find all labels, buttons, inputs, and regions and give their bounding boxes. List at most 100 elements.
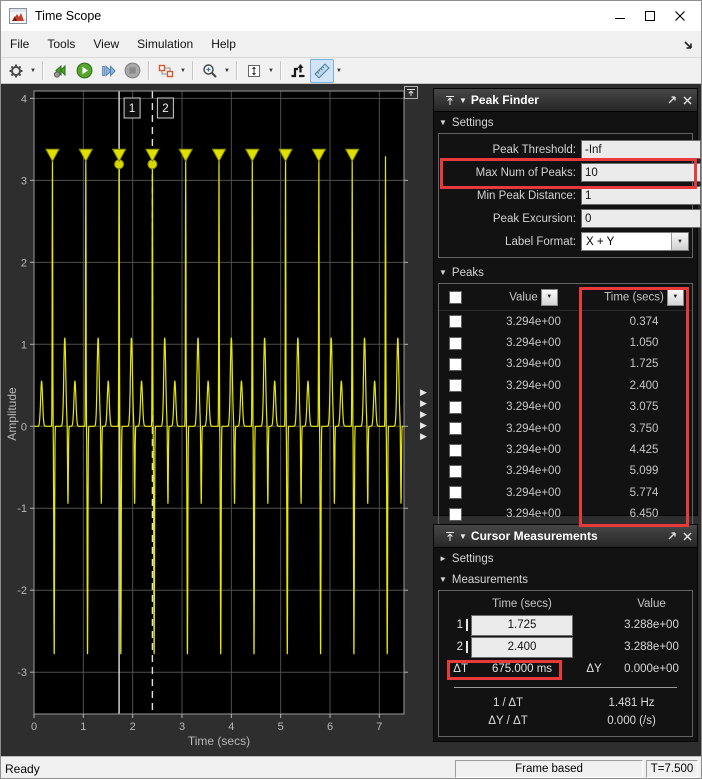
collapse-panel-icon[interactable]: ▼ — [459, 96, 467, 105]
value-sort-button[interactable]: ▼ — [541, 289, 558, 306]
simulink-snapshot-button[interactable] — [154, 59, 178, 83]
collapse-panel-icon[interactable]: ▼ — [459, 532, 467, 541]
menu-help[interactable]: Help — [202, 33, 245, 55]
menu-tools[interactable]: Tools — [38, 33, 84, 55]
time-scope-window: Time Scope FileToolsViewSimulationHelp — [0, 0, 702, 779]
scope-settings-caret[interactable]: ▼ — [28, 60, 38, 82]
splitter-arrow-icon: ▶ — [420, 387, 431, 397]
undock-icon[interactable] — [667, 531, 677, 541]
cursor2-row: 2 3.288e+00 — [442, 636, 689, 658]
peak-time: 3.075 — [630, 401, 659, 413]
title-bar: Time Scope — [1, 1, 701, 31]
x-tick-label: 4 — [228, 721, 234, 733]
peak-checkbox[interactable] — [449, 422, 462, 435]
peak-time: 6.450 — [630, 508, 659, 520]
y-tick-label: -1 — [17, 503, 27, 515]
inverse-delta-t-value: 1.481 Hz — [574, 697, 689, 709]
scale-axes-caret[interactable]: ▼ — [266, 60, 276, 82]
close-panel-icon[interactable] — [683, 96, 692, 105]
stop-button[interactable] — [120, 59, 144, 83]
x-tick-label: 7 — [376, 721, 382, 733]
pin-icon[interactable] — [445, 95, 455, 106]
peak-checkbox[interactable] — [449, 337, 462, 350]
peak-checkbox[interactable] — [449, 315, 462, 328]
chevron-down-icon[interactable]: ▼ — [671, 233, 688, 250]
peak-row-6: 3.294e+00 4.425 — [439, 439, 692, 460]
cm-time-header: Time (secs) — [492, 598, 552, 610]
time-sort-button[interactable]: ▼ — [667, 289, 684, 306]
section-collapse-icon: ▼ — [439, 118, 447, 127]
peak-row-0: 3.294e+000.374 — [439, 311, 692, 332]
peak-checkbox[interactable] — [449, 444, 462, 457]
frame-mode-indicator: Frame based — [455, 760, 643, 778]
minimize-button[interactable] — [605, 5, 635, 27]
step-forward-button[interactable] — [96, 59, 120, 83]
sim-time-indicator: T=7.500 — [646, 760, 698, 778]
setting-row-2: Min Peak Distance: — [442, 184, 689, 207]
dock-arrow-icon[interactable] — [683, 38, 694, 56]
peak-checkbox[interactable] — [449, 508, 462, 521]
cursor2-tag: 2 — [457, 641, 463, 653]
status-text: Ready — [5, 762, 40, 776]
peak-finder-header: ▼ Peak Finder — [434, 89, 697, 112]
scope-settings-button[interactable] — [4, 59, 28, 83]
peak-checkbox[interactable] — [449, 465, 462, 478]
status-bar: Ready Frame based T=7.500 — [1, 756, 701, 779]
peak-checkbox[interactable] — [449, 486, 462, 499]
window-title: Time Scope — [35, 9, 101, 23]
pf-settings-section-header[interactable]: ▼ Settings — [434, 112, 697, 133]
setting-label: Max Num of Peaks: — [442, 167, 581, 179]
select-all-checkbox[interactable] — [449, 291, 462, 304]
zoom-caret[interactable]: ▼ — [222, 60, 232, 82]
peaks-table-body: 3.294e+000.3743.294e+001.0503.294e+001.7… — [439, 311, 692, 525]
setting-input-0[interactable] — [581, 140, 701, 159]
pin-icon[interactable] — [445, 531, 455, 542]
inverse-delta-t-label: 1 / ΔT — [442, 697, 574, 709]
close-button[interactable] — [665, 5, 695, 27]
peak-checkbox[interactable] — [449, 358, 462, 371]
simulink-snapshot-caret[interactable]: ▼ — [178, 60, 188, 82]
peak-time: 4.425 — [630, 444, 659, 456]
pf-peaks-section-header[interactable]: ▼ Peaks — [434, 262, 697, 283]
peak-value: 3.294e+00 — [471, 508, 596, 520]
delta-row: ΔT 675.000 ms ΔY 0.000e+00 — [442, 658, 689, 680]
menu-view[interactable]: View — [84, 33, 128, 55]
menu-simulation[interactable]: Simulation — [128, 33, 202, 55]
setting-input-2[interactable] — [581, 186, 701, 205]
peak-checkbox[interactable] — [449, 379, 462, 392]
undock-icon[interactable] — [667, 95, 677, 105]
maximize-button[interactable] — [635, 5, 665, 27]
maximize-axes-button[interactable] — [404, 86, 418, 99]
cm-settings-section-header[interactable]: ► Settings — [434, 548, 697, 569]
zoom-button[interactable] — [198, 59, 222, 83]
cursor1-time-input[interactable] — [471, 615, 573, 636]
cursor-measurements-button[interactable] — [310, 59, 334, 83]
setting-input-3[interactable] — [581, 209, 701, 228]
setting-label: Min Peak Distance: — [442, 190, 581, 202]
scale-axes-button[interactable] — [242, 59, 266, 83]
close-panel-icon[interactable] — [683, 532, 692, 541]
peak-value: 3.294e+00 — [471, 444, 596, 456]
panel-splitter[interactable]: ▶ ▶ ▶ ▶ ▶ — [420, 387, 431, 441]
y-tick-label: 0 — [21, 421, 27, 433]
setting-input-1[interactable] — [581, 163, 701, 182]
label-format-select[interactable]: X + Y▼ — [581, 232, 689, 251]
setting-row-1: Max Num of Peaks: — [442, 161, 689, 184]
peak-row-4: 3.294e+003.075 — [439, 397, 692, 418]
splitter-arrow-icon: ▶ — [420, 398, 431, 408]
cursor1-tag: 1 — [457, 619, 463, 631]
peak-checkbox[interactable] — [449, 401, 462, 414]
cursor-measurements-caret[interactable]: ▼ — [334, 60, 344, 82]
peak-finder-button[interactable] — [286, 59, 310, 83]
menu-file[interactable]: File — [1, 33, 38, 55]
x-axis-label: Time (secs) — [34, 734, 404, 748]
peak-row-7: 3.294e+005.099 — [439, 461, 692, 482]
window-controls — [605, 1, 695, 31]
cursor2-time-input[interactable] — [471, 637, 573, 658]
step-back-button[interactable] — [48, 59, 72, 83]
setting-row-0: Peak Threshold: — [442, 138, 689, 161]
play-button[interactable] — [72, 59, 96, 83]
x-tick-label: 5 — [278, 721, 284, 733]
cursor-measurements-title: Cursor Measurements — [471, 529, 661, 543]
cm-measurements-section-header[interactable]: ▼ Measurements — [434, 569, 697, 590]
